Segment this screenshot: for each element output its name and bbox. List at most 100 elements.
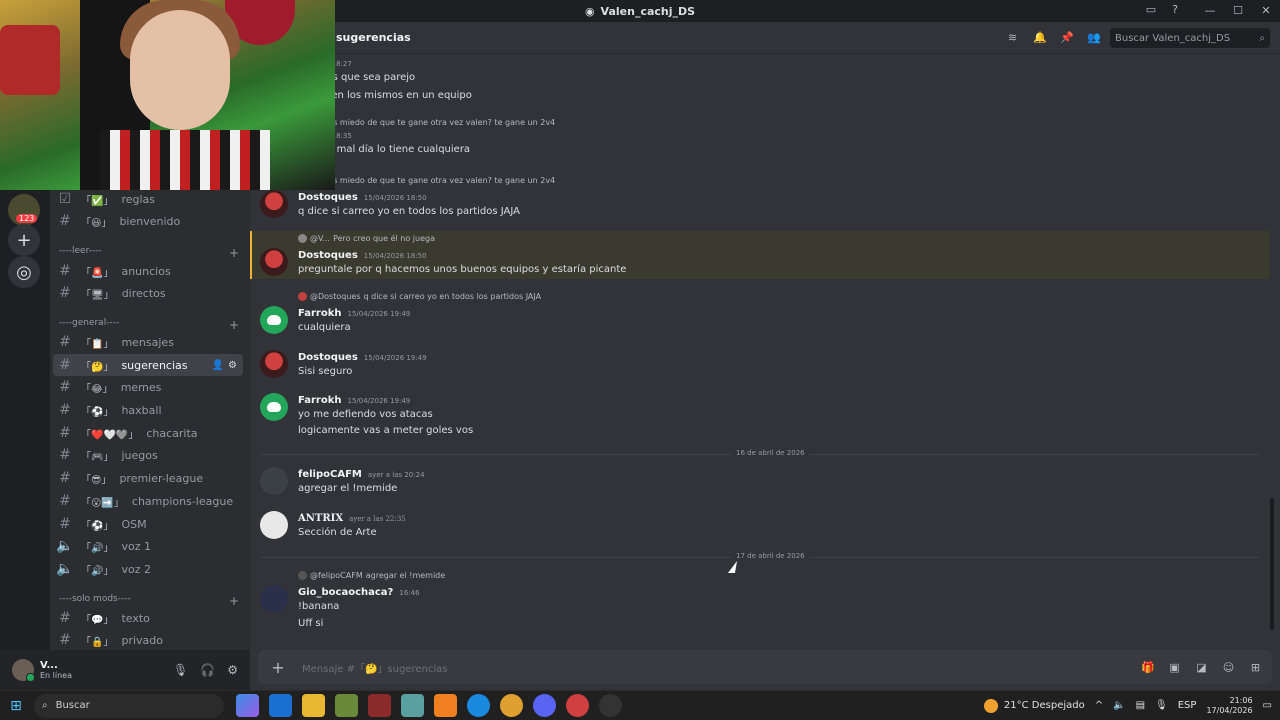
inbox-icon[interactable]: ▭ <box>1144 3 1158 17</box>
reply-avatar <box>298 571 307 580</box>
channel-bienvenido[interactable]: # 「😃」 bienvenido <box>53 210 243 232</box>
message-author[interactable]: Farrokh 15/04/2026 19:49 <box>298 308 410 319</box>
channel-sugerencias[interactable]: # 「🤔」 sugerencias 👤 ⚙ <box>53 354 243 376</box>
avatar[interactable] <box>260 511 288 539</box>
message-author[interactable]: ANTRIX ayer a las 22:35 <box>298 513 406 524</box>
channel-anuncios[interactable]: # 「🚨」 anuncios <box>53 260 243 282</box>
server-icon-current[interactable]: 123 <box>8 194 40 226</box>
category-solo-mods[interactable]: ----solo mods---- + <box>59 594 239 608</box>
username[interactable]: V... <box>40 660 72 671</box>
message-author[interactable]: Farrokh 15/04/2026 19:49 <box>298 395 410 406</box>
headphones-icon[interactable]: 🎧 <box>200 663 215 677</box>
discord-icon[interactable] <box>533 694 556 717</box>
members-icon[interactable]: 👥 <box>1087 31 1101 44</box>
chrome-profile-icon[interactable] <box>566 694 589 717</box>
hash-icon: # <box>59 402 71 418</box>
avatar[interactable] <box>260 248 288 276</box>
add-channel-icon[interactable]: + <box>229 318 239 332</box>
mic-icon[interactable]: 🎙 <box>1155 700 1168 711</box>
avatar[interactable] <box>260 190 288 218</box>
channel-reglas[interactable]: ☑ 「✅」 reglas <box>53 188 243 210</box>
add-channel-icon[interactable]: + <box>229 246 239 260</box>
vlc-icon[interactable] <box>434 694 457 717</box>
bell-icon[interactable]: 🔔 <box>1033 31 1047 44</box>
minimize-button[interactable]: — <box>1196 0 1224 22</box>
gear-icon[interactable]: ⚙ <box>227 663 238 677</box>
channel-haxball[interactable]: # 「⚽」 haxball <box>53 399 243 421</box>
maximize-button[interactable]: ☐ <box>1224 0 1252 22</box>
gift-icon[interactable]: 🎁 <box>1141 661 1155 674</box>
app-icon[interactable] <box>368 694 391 717</box>
app-icon[interactable] <box>401 694 424 717</box>
attach-plus-icon[interactable]: + <box>268 658 288 677</box>
channel-premier-league[interactable]: # 「😎」 premier-league <box>53 467 243 489</box>
category-leer[interactable]: ----leer---- + <box>59 246 239 260</box>
notifications-icon[interactable]: ▭ <box>1263 700 1272 711</box>
explore-icon[interactable]: ◎ <box>8 256 40 288</box>
channel-chacarita[interactable]: # 「❤️🤍🩶」 chacarita <box>53 422 243 444</box>
language-indicator[interactable]: ESP <box>1178 700 1197 711</box>
channel-privado[interactable]: # 「🔒」 privado <box>53 629 243 651</box>
weather-widget[interactable]: 21°C Despejado <box>983 698 1085 713</box>
channel-memes[interactable]: # 「😂」 memes <box>53 376 243 398</box>
search-input[interactable]: Buscar Valen_cachj_DS ⌕ <box>1110 28 1270 48</box>
chrome-icon[interactable] <box>500 694 523 717</box>
gif-icon[interactable]: ▣ <box>1168 661 1181 674</box>
avatar[interactable] <box>260 467 288 495</box>
chevron-up-icon[interactable]: ^ <box>1095 700 1103 711</box>
apps-icon[interactable]: ⊞ <box>1249 661 1262 674</box>
avatar[interactable] <box>260 306 288 334</box>
message-author[interactable]: Dostoques 15/04/2026 18:50 <box>298 250 427 261</box>
message-author[interactable]: felipoCAFM ayer a las 20:24 <box>298 469 425 480</box>
message-author[interactable]: Dostoques 15/04/2026 18:50 <box>298 192 427 203</box>
message-author[interactable]: Dostoques 15/04/2026 19:49 <box>298 352 427 363</box>
channel-mensajes[interactable]: # 「📋」 mensajes <box>53 331 243 353</box>
user-panel: V... En línea 🎙 🎧 ⚙ <box>0 650 250 690</box>
minecraft-icon[interactable] <box>335 694 358 717</box>
obs-icon[interactable] <box>599 694 622 717</box>
add-channel-icon[interactable]: + <box>229 594 239 608</box>
edge-icon[interactable] <box>467 694 490 717</box>
scrollbar[interactable] <box>1270 498 1274 630</box>
help-icon[interactable]: ? <box>1168 3 1182 17</box>
clock[interactable]: 21:06 17/04/2026 <box>1206 696 1252 716</box>
notification-badge: 123 <box>16 214 38 223</box>
speaker-icon: 🔈 <box>56 561 74 577</box>
windows-start-icon[interactable]: ⊞ <box>0 698 32 714</box>
channel-voz-2[interactable]: 🔈 「🔊」 voz 2 <box>53 558 243 580</box>
avatar[interactable] <box>260 350 288 378</box>
volume-icon[interactable]: 🔈 <box>1113 700 1125 711</box>
sticker-icon[interactable]: ◪ <box>1195 661 1208 674</box>
pin-icon[interactable]: 📌 <box>1060 31 1074 44</box>
channel-champions-league[interactable]: # 「😮➡️」 champions-league <box>53 490 243 512</box>
message-reply[interactable]: @Dostoques q dice si carreo yo en todos … <box>298 292 541 301</box>
add-server-icon[interactable]: + <box>8 224 40 256</box>
date-divider: 16 de abril de 2026 <box>260 449 1260 457</box>
file-explorer-icon[interactable] <box>302 694 325 717</box>
gear-icon[interactable]: ⚙ <box>228 360 237 371</box>
webcam-overlay <box>0 0 335 190</box>
message-author[interactable]: Gio_bocaochaca? 16:46 <box>298 587 420 598</box>
emoji-icon[interactable]: ☺ <box>1222 661 1235 674</box>
message-composer[interactable]: + Mensaje #「🤔」sugerencias 🎁 ▣ ◪ ☺ ⊞ <box>258 650 1272 684</box>
channel-osm[interactable]: # 「⚽」 OSM <box>53 513 243 535</box>
microphone-icon[interactable]: 🎙 <box>173 663 188 677</box>
threads-icon[interactable]: ≋ <box>1006 31 1019 44</box>
outlook-icon[interactable] <box>269 694 292 717</box>
avatar[interactable] <box>260 393 288 421</box>
category-general[interactable]: ----general---- + <box>59 318 239 332</box>
copilot-icon[interactable] <box>236 694 259 717</box>
taskbar-search[interactable]: ⌕ Buscar <box>34 693 224 718</box>
avatar[interactable] <box>260 585 288 613</box>
avatar[interactable] <box>12 659 35 682</box>
network-icon[interactable]: ▤ <box>1136 700 1145 711</box>
channel-voz-1[interactable]: 🔈 「🔊」 voz 1 <box>53 535 243 557</box>
channel-directos[interactable]: # 「🖥」 directos <box>53 282 243 304</box>
channel-texto[interactable]: # 「💬」 texto <box>53 607 243 629</box>
invite-icon[interactable]: 👤 <box>212 360 224 371</box>
message-reply[interactable]: @felipoCAFM agregar el !memide <box>298 571 445 580</box>
message-reply[interactable]: @V... Pero creo que él no juega <box>298 234 435 243</box>
close-button[interactable]: ✕ <box>1252 0 1280 22</box>
channel-juegos[interactable]: # 「🎮」 juegos <box>53 444 243 466</box>
message-input[interactable]: Mensaje #「🤔」sugerencias <box>302 660 447 675</box>
